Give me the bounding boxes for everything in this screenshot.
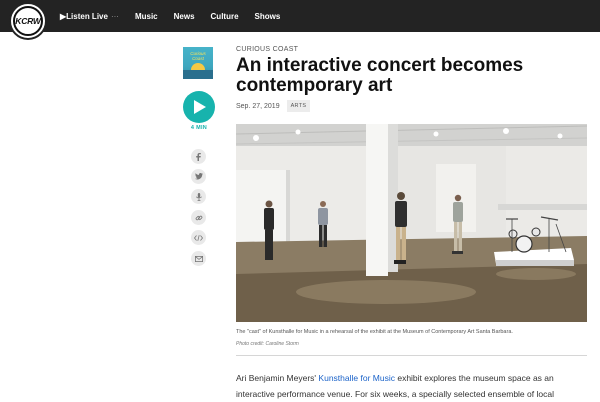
kunsthalle-link[interactable]: Kunsthalle for Music <box>318 373 395 383</box>
gallery-scene <box>236 124 587 322</box>
body-text-start: Ari Benjamin Meyers' <box>236 373 317 383</box>
article-meta: Sep. 27, 2019 ARTS <box>236 100 311 112</box>
main-nav: ▶Listen Live ··· Music News Culture Shows <box>60 0 296 32</box>
publish-date: Sep. 27, 2019 <box>236 102 280 110</box>
article-photo <box>236 124 587 322</box>
nav-item-music[interactable]: Music <box>135 12 158 21</box>
photo-credit: Photo credit: Caroline Storm <box>236 341 299 347</box>
show-thumbnail[interactable]: Curious Coast <box>183 47 213 79</box>
logo-text: KCRW <box>13 6 43 36</box>
kcrw-logo[interactable]: KCRW <box>9 2 47 40</box>
thumbnail-sea-graphic <box>183 70 213 79</box>
embed-icon[interactable] <box>191 230 206 245</box>
nav-item-culture[interactable]: Culture <box>211 12 239 21</box>
listen-live-more: ··· <box>110 11 119 21</box>
thumbnail-sun-graphic <box>191 63 205 70</box>
listen-live-label: ▶Listen Live <box>60 11 108 21</box>
show-thumbnail-title: Curious Coast <box>190 51 206 61</box>
article-kicker[interactable]: CURIOUS COAST <box>236 46 298 53</box>
category-tag[interactable]: ARTS <box>286 100 311 112</box>
link-icon[interactable] <box>191 210 206 225</box>
play-button[interactable] <box>183 91 215 123</box>
divider <box>236 355 587 356</box>
audio-duration: 4 MIN <box>190 125 208 131</box>
top-nav-bar: KCRW ▶Listen Live ··· Music News Culture … <box>0 0 600 40</box>
article-body: Ari Benjamin Meyers' Kunsthalle for Musi… <box>236 370 594 402</box>
facebook-icon[interactable] <box>191 149 206 164</box>
performer-1 <box>264 200 274 260</box>
photo-caption: The "cast" of Kunsthalle for Music in a … <box>236 329 513 335</box>
microphone-icon[interactable] <box>191 189 206 204</box>
listen-live-link[interactable]: ▶Listen Live ··· <box>60 12 119 21</box>
twitter-icon[interactable] <box>191 169 206 184</box>
nav-item-news[interactable]: News <box>174 12 195 21</box>
email-icon[interactable] <box>191 251 206 266</box>
article-title: An interactive concert becomes contempor… <box>236 55 524 96</box>
play-icon <box>194 100 206 114</box>
nav-item-shows[interactable]: Shows <box>255 12 281 21</box>
